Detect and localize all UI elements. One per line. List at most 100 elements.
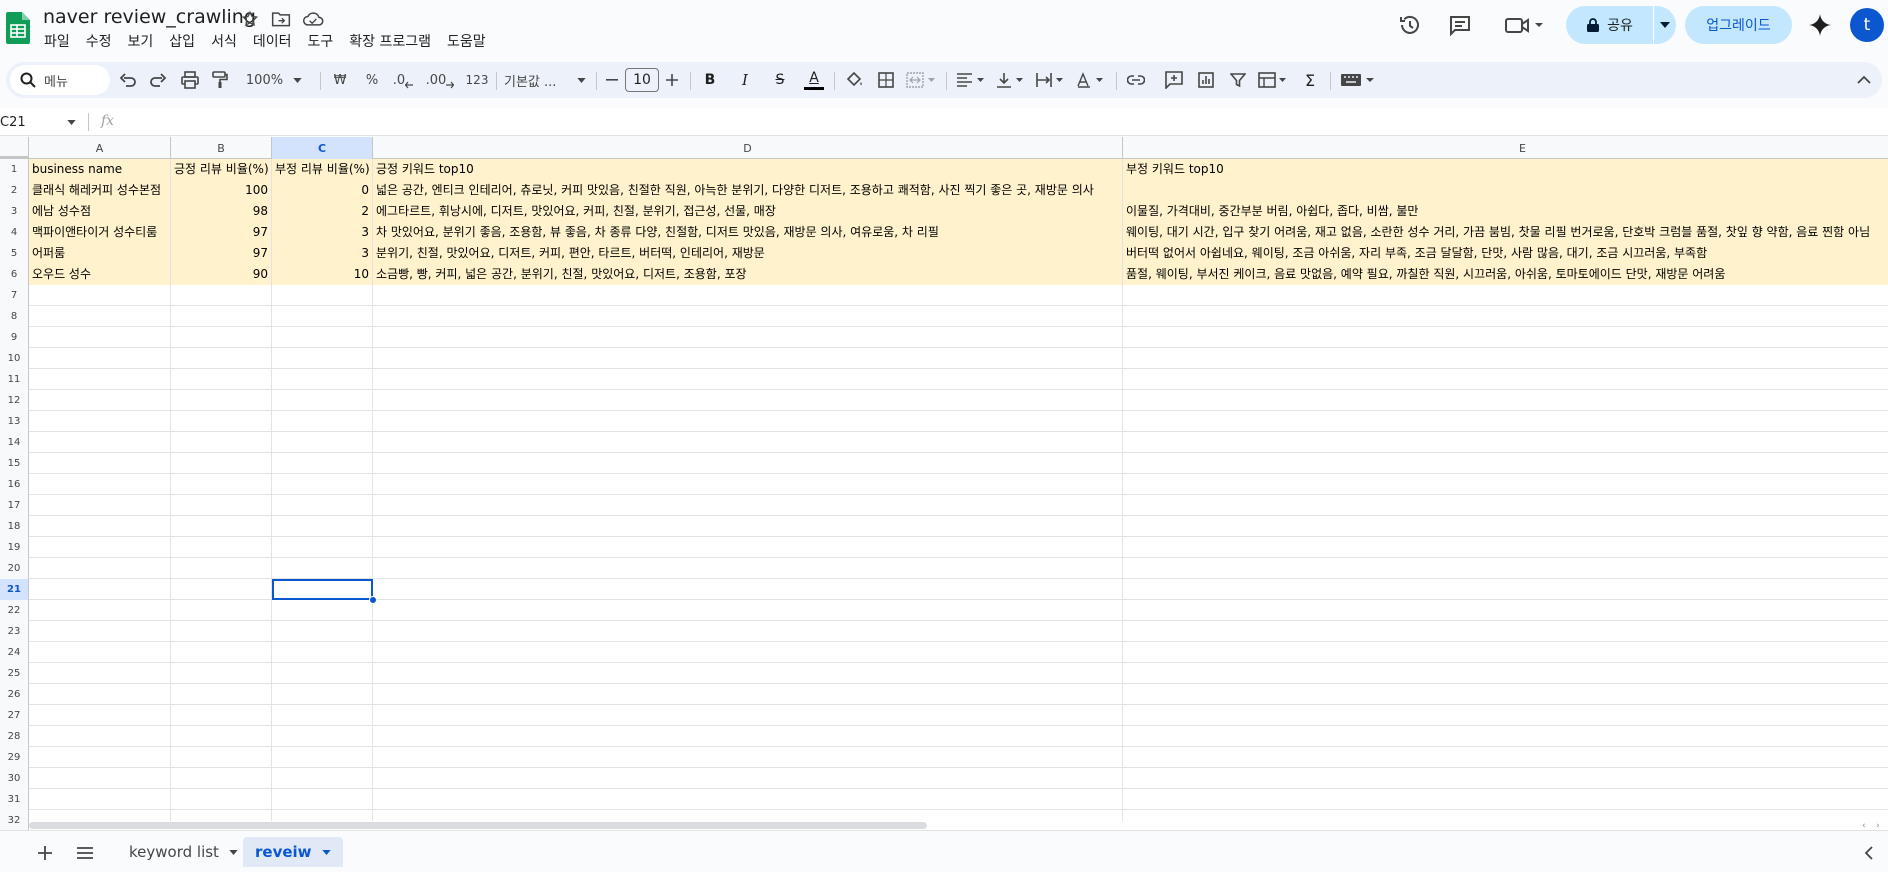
row-header[interactable]: 8 — [0, 306, 29, 327]
cell-e3[interactable]: 이물질, 가격대비, 중간부분 버림, 아쉽다, 좁다, 비쌈, 불만 — [1123, 201, 1888, 222]
cell-e31[interactable] — [1123, 789, 1888, 810]
filter-icon[interactable] — [1226, 68, 1250, 92]
fill-color-icon[interactable] — [842, 68, 866, 92]
cell-c11[interactable] — [272, 369, 373, 390]
menu-tools[interactable]: 도구 — [299, 30, 341, 52]
cell-c2[interactable]: 0 — [272, 180, 373, 201]
cell-a18[interactable] — [29, 516, 171, 537]
cell-d30[interactable] — [373, 768, 1123, 789]
text-wrapping-icon[interactable] — [1034, 68, 1068, 92]
cell-e25[interactable] — [1123, 663, 1888, 684]
cell-d22[interactable] — [373, 600, 1123, 621]
row-header[interactable]: 15 — [0, 453, 29, 474]
borders-icon[interactable] — [874, 68, 898, 92]
cell-a21[interactable] — [29, 579, 171, 600]
menu-data[interactable]: 데이터 — [245, 30, 300, 52]
row-header[interactable]: 7 — [0, 285, 29, 306]
cell-d19[interactable] — [373, 537, 1123, 558]
redo-icon[interactable] — [146, 68, 170, 92]
row-header[interactable]: 13 — [0, 411, 29, 432]
cell-c12[interactable] — [272, 390, 373, 411]
cell-e2[interactable] — [1123, 180, 1888, 201]
row-header[interactable]: 3 — [0, 201, 29, 222]
scroll-left-icon[interactable]: ‹ — [1862, 821, 1866, 830]
cell-e22[interactable] — [1123, 600, 1888, 621]
cell-b10[interactable] — [171, 348, 272, 369]
row-header[interactable]: 5 — [0, 243, 29, 264]
cell-c22[interactable] — [272, 600, 373, 621]
cell-b5[interactable]: 97 — [171, 243, 272, 264]
cell-d16[interactable] — [373, 474, 1123, 495]
cell-c27[interactable] — [272, 705, 373, 726]
row-header[interactable]: 12 — [0, 390, 29, 411]
cell-c28[interactable] — [272, 726, 373, 747]
cell-d9[interactable] — [373, 327, 1123, 348]
decrease-decimal-button[interactable]: .0 — [390, 68, 416, 92]
cell-b23[interactable] — [171, 621, 272, 642]
cell-e29[interactable] — [1123, 747, 1888, 768]
cell-e16[interactable] — [1123, 474, 1888, 495]
cell-e7[interactable] — [1123, 285, 1888, 306]
cell-b3[interactable]: 98 — [171, 201, 272, 222]
sheet-tab-reveiw[interactable]: reveiw — [243, 837, 343, 867]
cell-a9[interactable] — [29, 327, 171, 348]
cell-d15[interactable] — [373, 453, 1123, 474]
row-header[interactable]: 11 — [0, 369, 29, 390]
cell-d5[interactable]: 분위기, 친절, 맛있어요, 디저트, 커피, 편안, 타르트, 버터떡, 인테… — [373, 243, 1123, 264]
cell-a13[interactable] — [29, 411, 171, 432]
cell-a23[interactable] — [29, 621, 171, 642]
cell-a10[interactable] — [29, 348, 171, 369]
cell-c20[interactable] — [272, 558, 373, 579]
cell-b20[interactable] — [171, 558, 272, 579]
cell-e19[interactable] — [1123, 537, 1888, 558]
cell-b17[interactable] — [171, 495, 272, 516]
cell-b12[interactable] — [171, 390, 272, 411]
cell-e23[interactable] — [1123, 621, 1888, 642]
scroll-right-icon[interactable]: › — [1876, 821, 1880, 830]
cell-b1[interactable]: 긍정 리뷰 비율(%) — [171, 159, 272, 180]
upgrade-button[interactable]: 업그레이드 — [1685, 6, 1792, 44]
comments-icon[interactable] — [1447, 12, 1473, 38]
cell-c13[interactable] — [272, 411, 373, 432]
cell-b29[interactable] — [171, 747, 272, 768]
cell-c1[interactable]: 부정 리뷰 비율(%) — [272, 159, 373, 180]
row-header[interactable]: 10 — [0, 348, 29, 369]
meet-video-icon[interactable] — [1502, 12, 1546, 38]
row-header[interactable]: 31 — [0, 789, 29, 810]
cell-e4[interactable]: 웨이팅, 대기 시간, 입구 찾기 어려움, 재고 없음, 소란한 성수 거리,… — [1123, 222, 1888, 243]
cell-d28[interactable] — [373, 726, 1123, 747]
cell-d18[interactable] — [373, 516, 1123, 537]
cell-c17[interactable] — [272, 495, 373, 516]
formula-input[interactable] — [124, 110, 1874, 134]
cell-e9[interactable] — [1123, 327, 1888, 348]
cell-a6[interactable]: 오우드 성수 — [29, 264, 171, 285]
cell-c23[interactable] — [272, 621, 373, 642]
cell-e1[interactable]: 부정 키워드 top10 — [1123, 159, 1888, 180]
row-header[interactable]: 19 — [0, 537, 29, 558]
cell-a15[interactable] — [29, 453, 171, 474]
currency-format-button[interactable]: ₩ — [328, 68, 352, 92]
cell-c29[interactable] — [272, 747, 373, 768]
cell-a7[interactable] — [29, 285, 171, 306]
cell-e21[interactable] — [1123, 579, 1888, 600]
cell-d24[interactable] — [373, 642, 1123, 663]
row-header[interactable]: 23 — [0, 621, 29, 642]
cell-a27[interactable] — [29, 705, 171, 726]
select-all-corner[interactable] — [0, 137, 29, 159]
font-size-decrease-icon[interactable] — [602, 68, 622, 92]
scrollbar-thumb[interactable] — [29, 822, 927, 829]
cell-e8[interactable] — [1123, 306, 1888, 327]
cell-d10[interactable] — [373, 348, 1123, 369]
merge-cells-icon[interactable] — [904, 68, 938, 92]
text-color-button[interactable]: A — [802, 68, 826, 92]
cell-c16[interactable] — [272, 474, 373, 495]
user-avatar[interactable]: t — [1850, 8, 1884, 42]
column-header-d[interactable]: D — [373, 137, 1123, 159]
row-header[interactable]: 32 — [0, 810, 29, 830]
menu-format[interactable]: 서식 — [203, 30, 245, 52]
cell-a19[interactable] — [29, 537, 171, 558]
cell-d29[interactable] — [373, 747, 1123, 768]
cell-a29[interactable] — [29, 747, 171, 768]
row-header[interactable]: 16 — [0, 474, 29, 495]
cell-b18[interactable] — [171, 516, 272, 537]
